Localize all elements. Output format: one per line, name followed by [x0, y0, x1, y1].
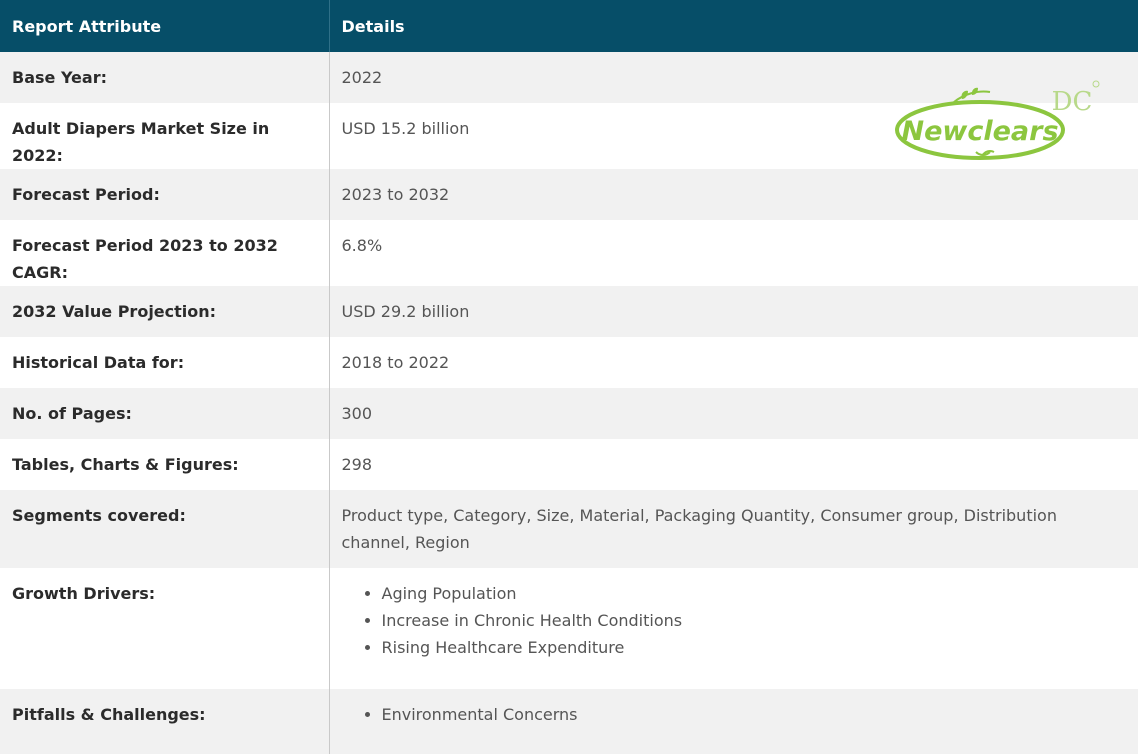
row-detail: Environmental Concerns — [329, 689, 1138, 754]
row-attribute: Base Year: — [0, 52, 330, 103]
row-attribute: Historical Data for: — [0, 337, 330, 388]
row-detail: 298 — [329, 439, 1138, 490]
row-detail: 2018 to 2022 — [329, 337, 1138, 388]
row-attribute: Growth Drivers: — [0, 568, 330, 689]
list-item: Rising Healthcare Expenditure — [382, 634, 1127, 661]
row-attribute: Segments covered: — [0, 490, 330, 568]
row-attribute: 2032 Value Projection: — [0, 286, 330, 337]
table-row: Tables, Charts & Figures: 298 — [0, 439, 1138, 490]
row-detail: 2023 to 2032 — [329, 169, 1138, 220]
row-detail: USD 29.2 billion — [329, 286, 1138, 337]
list-item: Aging Population — [382, 580, 1127, 607]
row-detail: Aging Population Increase in Chronic Hea… — [329, 568, 1138, 689]
table-row: Historical Data for: 2018 to 2022 — [0, 337, 1138, 388]
table-header-row: Report Attribute Details — [0, 0, 1138, 52]
newclears-logo: Newclears DC — [895, 80, 1100, 160]
table-row: Segments covered: Product type, Category… — [0, 490, 1138, 568]
logo-mark: DC — [1052, 87, 1093, 117]
row-attribute: Forecast Period: — [0, 169, 330, 220]
table-row: Forecast Period: 2023 to 2032 — [0, 169, 1138, 220]
table-row: Growth Drivers: Aging Population Increas… — [0, 568, 1138, 689]
list-item: Increase in Chronic Health Conditions — [382, 607, 1127, 634]
row-detail: 300 — [329, 388, 1138, 439]
table-row: Pitfalls & Challenges: Environmental Con… — [0, 689, 1138, 754]
header-report-attribute: Report Attribute — [0, 0, 330, 52]
row-detail: 6.8% — [329, 220, 1138, 286]
registered-icon — [1092, 80, 1100, 88]
header-details: Details — [329, 0, 1138, 52]
row-attribute: Adult Diapers Market Size in 2022: — [0, 103, 330, 169]
table-row: No. of Pages: 300 — [0, 388, 1138, 439]
row-attribute: Tables, Charts & Figures: — [0, 439, 330, 490]
row-detail: Product type, Category, Size, Material, … — [329, 490, 1138, 568]
row-attribute: Forecast Period 2023 to 2032 CAGR: — [0, 220, 330, 286]
table-row: 2032 Value Projection: USD 29.2 billion — [0, 286, 1138, 337]
logo-wordmark: Newclears — [901, 116, 1058, 147]
growth-drivers-list: Aging Population Increase in Chronic Hea… — [342, 580, 1127, 661]
row-attribute: Pitfalls & Challenges: — [0, 689, 330, 754]
table-row: Forecast Period 2023 to 2032 CAGR: 6.8% — [0, 220, 1138, 286]
row-attribute: No. of Pages: — [0, 388, 330, 439]
